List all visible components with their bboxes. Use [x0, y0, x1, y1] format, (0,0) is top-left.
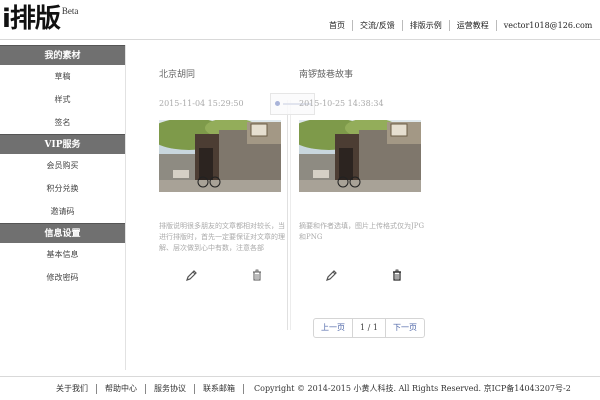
card-title[interactable]: 南锣鼓巷故事 [299, 67, 429, 81]
page-indicator: 1 / 1 [352, 319, 385, 337]
delete-trash-icon[interactable] [389, 267, 405, 283]
logo-text: i排版 [2, 4, 61, 34]
footer-help[interactable]: 帮助中心 [96, 383, 145, 394]
delete-trash-icon[interactable] [249, 267, 265, 283]
site-logo[interactable]: i排版 Beta [2, 2, 78, 36]
footer-contact[interactable]: 联系邮箱 [194, 383, 243, 394]
sidebar: 我的素材 草稿 样式 签名 VIP服务 会员购买 积分兑换 邀请码 信息设置 基… [0, 45, 126, 370]
card-thumbnail[interactable] [299, 120, 421, 192]
main-content: 北京胡同 2015-11-04 15:29:50 排版说明很多朋友的文章都相对较… [127, 45, 600, 370]
nav-home[interactable]: 首页 [322, 20, 352, 31]
sidebar-item-invite-code[interactable]: 邀请码 [0, 200, 125, 223]
article-card[interactable]: 南锣鼓巷故事 2015-10-25 14:38:34 摘要和作者选填，图片上传格… [299, 67, 429, 281]
nav-examples[interactable]: 排版示例 [401, 19, 449, 31]
card-description: 摘要和作者选填，图片上传格式仅为JPG和PNG [299, 222, 425, 241]
sidebar-item-basic-info[interactable]: 基本信息 [0, 243, 125, 266]
user-email[interactable]: vector1018@126.com [495, 19, 600, 31]
card-divider [287, 100, 288, 330]
card-date: 2015-10-25 14:38:34 [299, 99, 384, 108]
pagination: 上一页 1 / 1 下一页 [313, 318, 425, 338]
card-title[interactable]: 北京胡同 [159, 67, 289, 81]
copyright-text: Copyright © 2014-2015 小黄人科技. All Rights … [243, 383, 571, 394]
card-actions [159, 265, 289, 285]
nav-feedback[interactable]: 交流/反馈 [352, 19, 402, 31]
sidebar-item-drafts[interactable]: 草稿 [0, 65, 125, 88]
sidebar-item-signatures[interactable]: 签名 [0, 111, 125, 134]
footer-about[interactable]: 关于我们 [56, 384, 96, 394]
sidebar-section-vip: VIP服务 [0, 134, 125, 154]
card-actions [299, 265, 429, 285]
sidebar-item-change-password[interactable]: 修改密码 [0, 266, 125, 289]
prev-page-button[interactable]: 上一页 [314, 319, 352, 337]
sidebar-item-points[interactable]: 积分兑换 [0, 177, 125, 200]
edit-pencil-icon[interactable] [184, 267, 200, 283]
sidebar-item-membership[interactable]: 会员购买 [0, 154, 125, 177]
footer-terms[interactable]: 服务协议 [145, 383, 194, 394]
next-page-button[interactable]: 下一页 [384, 319, 424, 337]
footer: 关于我们 帮助中心 服务协议 联系邮箱 Copyright © 2014-201… [0, 376, 600, 400]
top-nav: 首页 交流/反馈 排版示例 运营教程 vector1018@126.com V … [322, 14, 600, 36]
card-description: 排版说明很多朋友的文章都相对较长，当进行排版时，首先一定要保证对文章的理解、层次… [159, 222, 285, 252]
card-thumbnail[interactable] [159, 120, 281, 192]
sidebar-section-materials: 我的素材 [0, 45, 125, 65]
sidebar-section-settings: 信息设置 [0, 223, 125, 243]
top-header: i排版 Beta 首页 交流/反馈 排版示例 运营教程 vector1018@1… [0, 0, 600, 40]
beta-label: Beta [61, 6, 79, 16]
card-divider [290, 100, 291, 330]
nav-tutorials[interactable]: 运营教程 [448, 19, 496, 31]
edit-pencil-icon[interactable] [324, 267, 340, 283]
sidebar-item-styles[interactable]: 样式 [0, 88, 125, 111]
